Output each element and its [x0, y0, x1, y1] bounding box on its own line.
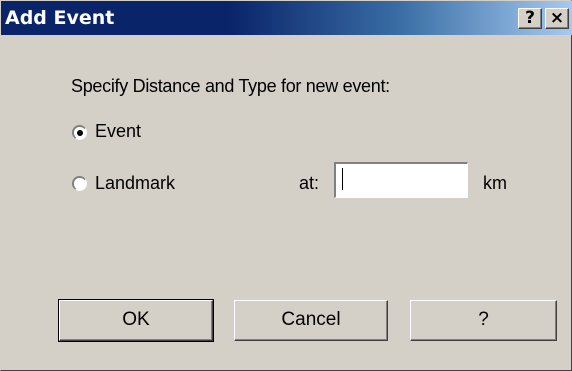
title-help-button[interactable]: ? — [518, 8, 542, 29]
cancel-button[interactable]: Cancel — [234, 300, 388, 341]
ok-button[interactable]: OK — [58, 299, 214, 342]
distance-input[interactable] — [334, 162, 468, 198]
close-icon: × — [549, 8, 565, 28]
text-caret — [342, 168, 343, 190]
radio-selected-dot — [77, 130, 83, 136]
title-bar[interactable]: Add Event ? × — [1, 1, 572, 35]
distance-label: at: — [299, 173, 320, 193]
event-radio[interactable] — [72, 125, 87, 140]
landmark-radio-label[interactable]: Landmark — [95, 173, 175, 194]
instruction-text: Specify Distance and Type for new event: — [71, 76, 390, 96]
close-button[interactable]: × — [545, 8, 569, 29]
dialog-title: Add Event — [5, 7, 115, 29]
unit-label: km — [483, 173, 507, 193]
landmark-radio[interactable] — [72, 176, 87, 191]
add-event-dialog: Add Event ? × Specify Distance and Type … — [0, 0, 572, 371]
help-button[interactable]: ? — [410, 300, 557, 341]
event-radio-label[interactable]: Event — [95, 121, 141, 142]
question-mark-icon: ? — [525, 8, 535, 28]
